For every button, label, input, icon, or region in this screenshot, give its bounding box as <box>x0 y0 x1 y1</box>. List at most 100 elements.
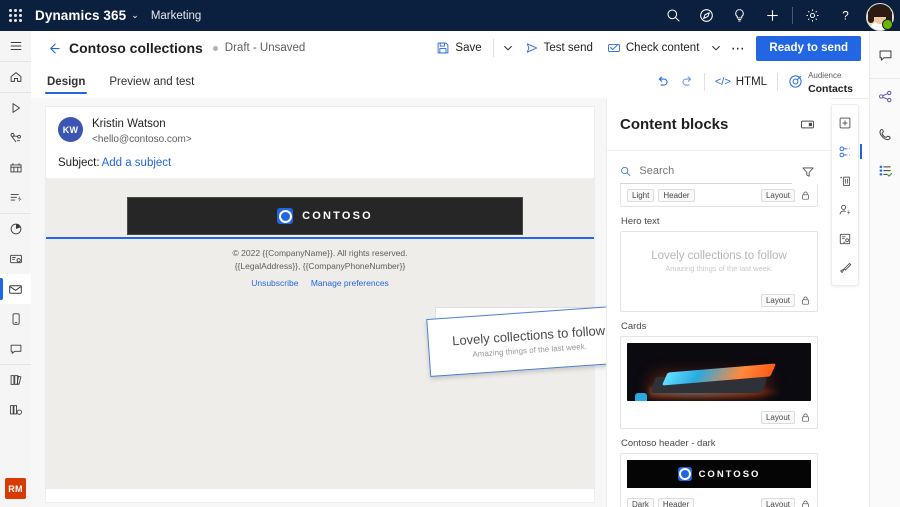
block-card-hero-text[interactable]: Lovely collections to follow Amazing thi… <box>620 231 818 312</box>
save-chevron-down-icon[interactable] <box>498 35 518 61</box>
back-arrow-icon[interactable] <box>39 31 67 65</box>
test-send-button[interactable]: Test send <box>518 35 600 61</box>
sidebar-item-customer-journeys[interactable] <box>0 123 31 153</box>
sidebar-item-library[interactable] <box>0 364 31 395</box>
sidebar-item-emails[interactable] <box>0 274 31 304</box>
chat-icon[interactable] <box>870 38 900 72</box>
filter-icon[interactable] <box>798 162 818 182</box>
sidebar-item-recent[interactable] <box>0 92 31 123</box>
hero-preview-title: Lovely collections to follow <box>651 249 787 262</box>
block-card-contoso-header-dark[interactable]: CONTOSO Dark Header Layout <box>620 453 818 507</box>
block-footer-right: Layout <box>760 411 811 424</box>
call-icon[interactable] <box>870 117 900 151</box>
content-blocks-icon[interactable] <box>832 137 862 166</box>
checklist-icon[interactable] <box>870 153 900 187</box>
tab-design[interactable]: Design <box>39 65 93 98</box>
status-dot <box>212 45 218 51</box>
html-button[interactable]: </> HTML <box>709 69 773 94</box>
status-badge: Draft - Unsaved <box>224 42 306 54</box>
check-content-label: Check content <box>625 42 700 54</box>
hero-preview: Lovely collections to follow Amazing thi… <box>621 232 817 290</box>
sidebar-item-analytics[interactable] <box>0 213 31 244</box>
app-launcher-icon[interactable] <box>0 0 30 31</box>
sender-info: Kristin Watson <hello@contoso.com> <box>92 117 192 146</box>
layout-tag: Layout <box>760 294 795 307</box>
collapse-panel-icon[interactable] <box>796 113 818 135</box>
suite-header: Dynamics 365 ⌄ Marketing ? <box>0 0 900 31</box>
save-icon <box>438 42 449 54</box>
subject-label: Subject: <box>58 157 100 170</box>
gear-icon[interactable] <box>796 0 829 31</box>
panel-search-row <box>607 151 831 188</box>
unsubscribe-link[interactable]: Unsubscribe <box>251 278 298 288</box>
rocket-icon[interactable] <box>690 0 723 31</box>
send-icon <box>526 43 537 53</box>
environment-badge[interactable]: RM <box>5 478 26 499</box>
subject-row: Subject: Add a subject <box>46 154 594 180</box>
sidebar-item-lead-scoring[interactable] <box>0 183 31 213</box>
block-footer-right: Layout <box>760 294 811 307</box>
card-partial-row <box>635 393 647 401</box>
personalization-icon[interactable] <box>832 195 858 224</box>
manage-preferences-link[interactable]: Manage preferences <box>311 278 389 288</box>
block-card-footer: Light Header Layout <box>621 185 817 206</box>
command-actions: Save Test send Check content ⋯ Ready to … <box>429 31 869 65</box>
test-send-label: Test send <box>543 42 593 54</box>
ready-to-send-button[interactable]: Ready to send <box>756 35 861 61</box>
search-icon[interactable] <box>657 0 690 31</box>
group-label-contoso-header-dark: Contoso header - dark <box>621 438 716 449</box>
avatar[interactable] <box>866 2 894 31</box>
check-content-button[interactable]: Check content <box>600 35 707 61</box>
overflow-menu-button[interactable]: ⋯ <box>726 35 750 61</box>
content-blocks-list[interactable]: Light Header Layout Hero text Lovely col… <box>607 184 831 507</box>
block-card-footer: Layout <box>621 290 817 311</box>
sidebar-item-hamburger-menu[interactable] <box>0 31 31 61</box>
command-bar: Contoso collections Draft - Unsaved Save… <box>31 31 869 66</box>
redo-icon[interactable] <box>675 69 700 94</box>
content-blocks-panel: Content blocks Light Header <box>606 98 831 507</box>
email-sender-row: KW Kristin Watson <hello@contoso.com> <box>46 107 594 154</box>
add-element-icon[interactable] <box>832 108 858 137</box>
lock-icon <box>800 295 811 306</box>
share-icon[interactable] <box>870 78 900 113</box>
save-button[interactable]: Save <box>429 35 488 61</box>
tab-preview-and-test[interactable]: Preview and test <box>101 65 202 98</box>
contoso-header-block[interactable]: CONTOSO <box>127 197 523 236</box>
sidebar-item-push-notifications[interactable] <box>0 334 31 364</box>
help-icon[interactable]: ? <box>829 0 862 31</box>
audience-top-label: Audience <box>808 71 842 81</box>
group-label-hero-text: Hero text <box>621 216 660 227</box>
search-input[interactable] <box>637 164 792 178</box>
right-utility-rail <box>869 31 900 507</box>
check-content-chevron-down-icon[interactable] <box>706 35 726 61</box>
styles-brush-icon[interactable] <box>832 253 858 282</box>
lock-icon <box>800 190 811 201</box>
contoso-logo-text: CONTOSO <box>302 210 373 223</box>
sidebar-item-templates[interactable] <box>0 395 31 425</box>
layout-icon[interactable] <box>832 166 858 195</box>
assist-edit-icon[interactable] <box>832 224 858 253</box>
undo-icon[interactable] <box>650 69 675 94</box>
audience-button[interactable]: Audience Contacts <box>782 68 859 96</box>
sidebar-item-home[interactable] <box>0 61 31 92</box>
search-box[interactable] <box>620 159 792 184</box>
brand-title[interactable]: Dynamics 365 <box>35 8 126 23</box>
sidebar-item-segments[interactable] <box>0 153 31 183</box>
sender-name: Kristin Watson <box>92 118 166 130</box>
brand-chevron-down-icon[interactable]: ⌄ <box>131 10 139 21</box>
sidebar-item-text-messages[interactable] <box>0 304 31 334</box>
block-card-cards[interactable]: Layout <box>620 336 818 429</box>
block-tag: Header <box>658 189 695 202</box>
layout-tag: Layout <box>760 498 795 507</box>
audience-bottom-label: Contacts <box>808 83 853 96</box>
block-card-light-header[interactable]: Light Header Layout <box>620 184 818 207</box>
lock-icon <box>800 412 811 423</box>
add-subject-link[interactable]: Add a subject <box>102 157 172 169</box>
block-tag: Light <box>627 189 655 202</box>
plus-icon[interactable] <box>756 0 789 31</box>
sidebar-item-forms[interactable] <box>0 244 31 274</box>
contoso-logo-icon <box>277 208 294 225</box>
lightbulb-icon[interactable] <box>723 0 756 31</box>
tab-divider-2 <box>777 72 779 91</box>
save-label: Save <box>455 42 482 54</box>
